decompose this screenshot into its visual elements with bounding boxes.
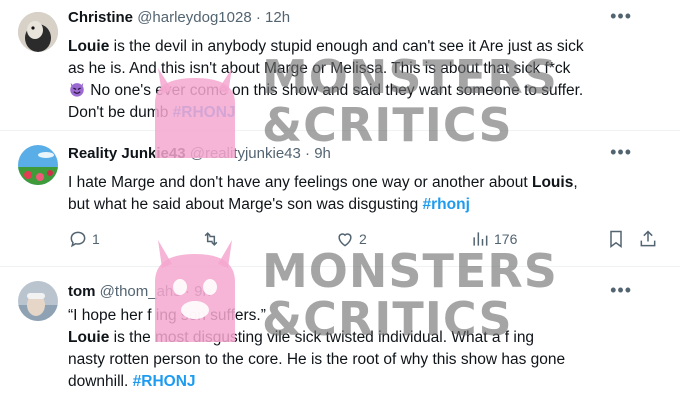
more-icon[interactable]: ••• xyxy=(610,142,632,163)
more-icon[interactable]: ••• xyxy=(610,280,632,301)
retweet-icon xyxy=(204,232,218,246)
tweet-text: “I hope her f ing son suffers.” Louie is… xyxy=(68,305,643,393)
bookmark-icon xyxy=(610,230,622,248)
avatar[interactable] xyxy=(18,281,58,321)
text-line: , xyxy=(573,174,578,191)
text-line: nasty rotten person to the core. He is t… xyxy=(68,351,566,368)
tweet-header: Christine @harleydog1028 · 12h xyxy=(68,9,290,26)
hashtag-link[interactable]: #rhonj xyxy=(423,196,470,213)
tweet-tom[interactable]: tom @thom_ahs · 9h ••• “I hope her f ing… xyxy=(0,267,680,400)
views-icon xyxy=(473,232,488,246)
avatar[interactable] xyxy=(18,145,58,185)
text-line: is the most disgusting vile sick twisted… xyxy=(109,329,535,346)
reply-count: 1 xyxy=(92,231,100,247)
text-line: Don't be dumb xyxy=(68,104,173,121)
hashtag-link[interactable]: #RHONJ xyxy=(173,104,236,121)
display-name[interactable]: tom xyxy=(68,283,96,300)
views-count: 176 xyxy=(494,231,518,247)
timestamp[interactable]: 9h xyxy=(314,145,331,162)
tweet-text: I hate Marge and don't have any feelings… xyxy=(68,172,643,216)
action-bar: 1 2 176 xyxy=(68,229,658,253)
retweet-button[interactable] xyxy=(201,229,225,249)
text-line: downhill. xyxy=(68,373,133,390)
text-line: is the devil in anybody stupid enough an… xyxy=(109,38,584,55)
tweet-text: Louie is the devil in anybody stupid eno… xyxy=(68,36,643,124)
handle[interactable]: @realityjunkie43 xyxy=(190,145,301,162)
separator-dot: · xyxy=(255,9,261,26)
timestamp[interactable]: 9h xyxy=(194,283,211,300)
like-button[interactable]: 2 xyxy=(335,229,367,249)
avatar[interactable] xyxy=(18,12,58,52)
mention-name: Louis xyxy=(531,174,574,191)
timestamp[interactable]: 12h xyxy=(265,9,290,26)
reply-button[interactable]: 1 xyxy=(68,229,100,249)
text-line: as he is. And this isn't about Marge or … xyxy=(68,60,571,77)
display-name[interactable]: Reality Junkie43 xyxy=(68,145,186,162)
like-icon xyxy=(338,233,352,247)
share-icon xyxy=(640,230,656,247)
bookmark-button[interactable] xyxy=(606,229,626,249)
display-name[interactable]: Christine xyxy=(68,9,133,26)
text-line: but what he said about Marge's son was d… xyxy=(68,196,423,213)
separator-dot: · xyxy=(305,145,311,162)
tweet-header: Reality Junkie43 @realityjunkie43 · 9h xyxy=(68,145,331,162)
mention-name: Louie xyxy=(68,38,110,55)
reply-icon xyxy=(70,231,86,248)
mention-name: Louie xyxy=(68,329,110,346)
tweet-christine[interactable]: Christine @harleydog1028 · 12h ••• Louie… xyxy=(0,0,680,128)
separator-dot: · xyxy=(184,283,190,300)
like-count: 2 xyxy=(359,231,367,247)
handle[interactable]: @harleydog1028 xyxy=(137,9,251,26)
tweet-reality-junkie[interactable]: Reality Junkie43 @realityjunkie43 · 9h •… xyxy=(0,131,680,266)
more-icon[interactable]: ••• xyxy=(610,6,632,27)
hashtag-link[interactable]: #RHONJ xyxy=(133,373,196,390)
views-button[interactable]: 176 xyxy=(470,229,517,249)
devil-emoji-icon xyxy=(70,82,84,97)
handle[interactable]: @thom_ahs xyxy=(100,283,181,300)
text-line: “I hope her f ing son suffers.” xyxy=(68,307,266,324)
text-line: I hate Marge and don't have any feelings… xyxy=(68,174,532,191)
share-button[interactable] xyxy=(638,229,658,249)
text-line: No one's ever come on this show and said… xyxy=(86,82,584,99)
tweet-header: tom @thom_ahs · 9h xyxy=(68,283,211,300)
